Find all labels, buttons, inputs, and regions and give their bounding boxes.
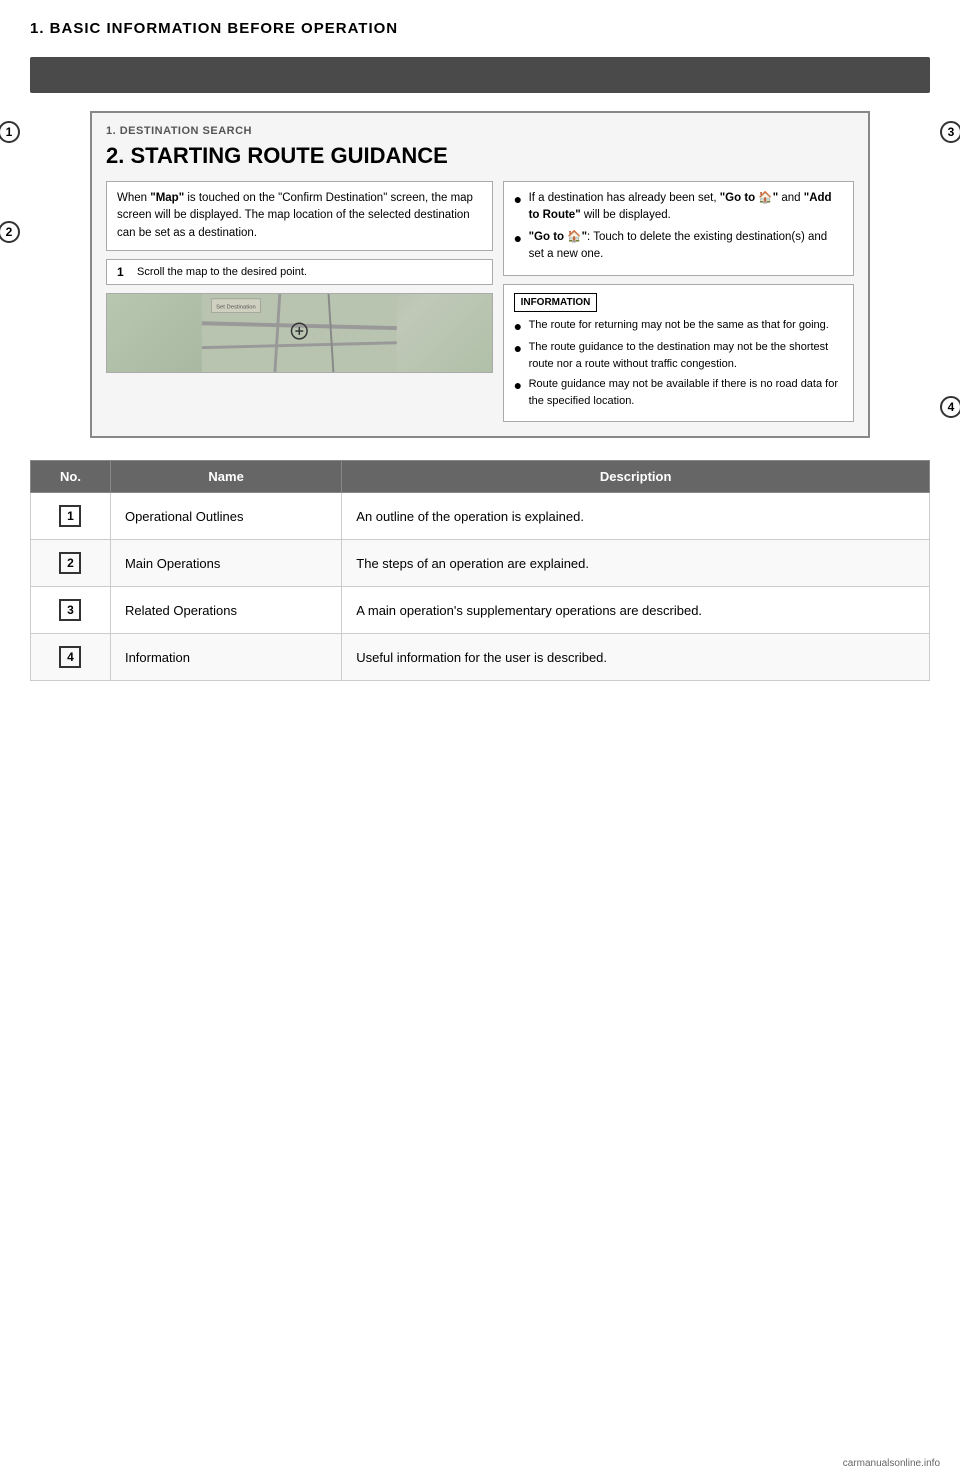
map-image: Set Destination — [106, 293, 493, 373]
row-4-no: 4 — [31, 634, 111, 681]
diagram-left: When "Map" is touched on the "Confirm De… — [106, 181, 493, 422]
info-bullet-1: ● The route for returning may not be the… — [514, 317, 843, 335]
row-1-name: Operational Outlines — [110, 493, 341, 540]
num-box-1: 1 — [59, 505, 81, 527]
table-header-row: No. Name Description — [31, 461, 930, 493]
bullet-item-1: ● If a destination has already been set,… — [514, 190, 843, 225]
row-1-desc: An outline of the operation is explained… — [342, 493, 930, 540]
num-box-3: 3 — [59, 599, 81, 621]
info-box: INFORMATION ● The route for returning ma… — [503, 284, 854, 422]
info-bullet-2: ● The route guidance to the destination … — [514, 339, 843, 372]
marker-2: 2 — [0, 221, 20, 243]
step-box: 1 Scroll the map to the desired point. — [106, 259, 493, 285]
bullet-text-2: "Go to 🏠": Touch to delete the existing … — [529, 229, 843, 264]
diagram-section-title: 2. STARTING ROUTE GUIDANCE — [106, 143, 854, 169]
row-3-no: 3 — [31, 587, 111, 634]
col-name: Name — [110, 461, 341, 493]
info-text-3: Route guidance may not be available if t… — [529, 376, 843, 409]
table-row: 3 Related Operations A main operation's … — [31, 587, 930, 634]
diagram-content: When "Map" is touched on the "Confirm De… — [106, 181, 854, 422]
bullet-box-top: ● If a destination has already been set,… — [503, 181, 854, 276]
info-text-2: The route guidance to the destination ma… — [529, 339, 843, 372]
table-row: 1 Operational Outlines An outline of the… — [31, 493, 930, 540]
bullet-dot-2: ● — [514, 229, 524, 264]
info-dot-1: ● — [514, 317, 524, 335]
page-title: 1. BASIC INFORMATION BEFORE OPERATION — [30, 20, 930, 37]
dark-banner — [30, 57, 930, 93]
diagram-box: 1. DESTINATION SEARCH 2. STARTING ROUTE … — [90, 111, 870, 438]
col-no: No. — [31, 461, 111, 493]
map-svg: Set Destination — [107, 294, 492, 372]
row-3-name: Related Operations — [110, 587, 341, 634]
step-text: Scroll the map to the desired point. — [137, 266, 307, 278]
marker-1: 1 — [0, 121, 20, 143]
row-2-desc: The steps of an operation are explained. — [342, 540, 930, 587]
addroute-bold: "Add to Route" — [529, 192, 832, 221]
bullet-text-1: If a destination has already been set, "… — [529, 190, 843, 225]
info-dot-3: ● — [514, 376, 524, 409]
page-container: 1. BASIC INFORMATION BEFORE OPERATION 1 … — [0, 0, 960, 1484]
map-bold: "Map" — [150, 192, 184, 204]
step-number: 1 — [117, 265, 131, 279]
table-row: 4 Information Useful information for the… — [31, 634, 930, 681]
row-2-no: 2 — [31, 540, 111, 587]
diagram-wrapper: 1 2 3 4 1. DESTINATION SEARCH 2. STARTIN… — [30, 111, 930, 438]
info-dot-2: ● — [514, 339, 524, 372]
footer-logo: carmanualsonline.info — [843, 1458, 940, 1469]
goto-bold: "Go to 🏠" — [720, 192, 778, 204]
diagram-right: ● If a destination has already been set,… — [503, 181, 854, 422]
info-bullet-3: ● Route guidance may not be available if… — [514, 376, 843, 409]
num-box-4: 4 — [59, 646, 81, 668]
goto-bold-2: "Go to 🏠" — [529, 231, 587, 243]
row-4-name: Information — [110, 634, 341, 681]
table-row: 2 Main Operations The steps of an operat… — [31, 540, 930, 587]
row-4-desc: Useful information for the user is descr… — [342, 634, 930, 681]
info-header-label: INFORMATION — [514, 293, 598, 312]
bullet-dot-1: ● — [514, 190, 524, 225]
row-3-desc: A main operation's supplementary operati… — [342, 587, 930, 634]
num-box-2: 2 — [59, 552, 81, 574]
table-body: 1 Operational Outlines An outline of the… — [31, 493, 930, 681]
bullet-item-2: ● "Go to 🏠": Touch to delete the existin… — [514, 229, 843, 264]
row-1-no: 1 — [31, 493, 111, 540]
marker-3: 3 — [940, 121, 960, 143]
row-2-name: Main Operations — [110, 540, 341, 587]
marker-4: 4 — [940, 396, 960, 418]
text-box-description: When "Map" is touched on the "Confirm De… — [106, 181, 493, 251]
diagram-section-header: 1. DESTINATION SEARCH — [106, 125, 854, 137]
info-text-1: The route for returning may not be the s… — [529, 317, 829, 335]
info-table: No. Name Description 1 Operational Outli… — [30, 460, 930, 681]
table-head: No. Name Description — [31, 461, 930, 493]
map-inner: Set Destination — [107, 294, 492, 372]
col-description: Description — [342, 461, 930, 493]
svg-text:Set Destination: Set Destination — [216, 304, 256, 310]
